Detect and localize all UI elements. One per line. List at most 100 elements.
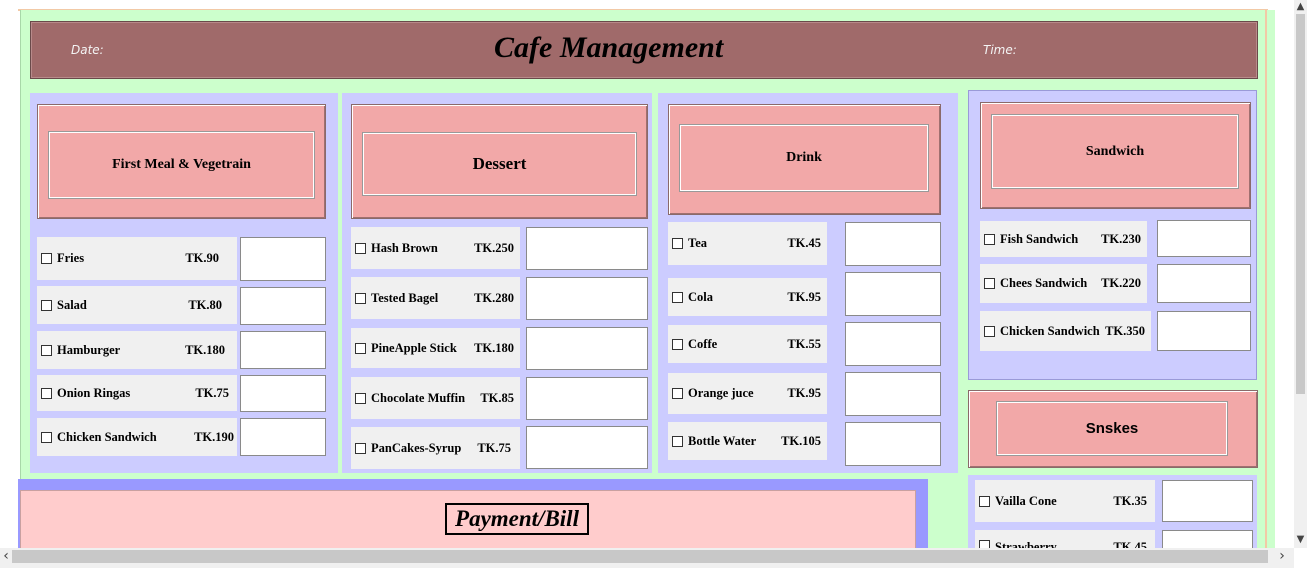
quantity-input[interactable] xyxy=(240,287,326,325)
item-price: TK.75 xyxy=(195,385,229,400)
drink-button[interactable]: Drink xyxy=(668,104,941,215)
menu-item-chicken-sandwich-2[interactable]: Chicken Sandwich TK.350 xyxy=(980,311,1151,351)
item-name: Cola xyxy=(688,289,713,304)
quantity-input[interactable] xyxy=(240,375,326,412)
menu-item-vailla-cone[interactable]: Vailla Cone TK.35 xyxy=(975,480,1155,522)
menu-item-cola[interactable]: Cola TK.95 xyxy=(668,278,827,316)
item-price: TK.190 xyxy=(194,429,234,444)
quantity-input[interactable] xyxy=(845,372,941,416)
menu-item-strawberry[interactable]: Strawberry TK.45 xyxy=(975,530,1155,548)
menu-item-onion-rings[interactable]: Onion Ringas TK.75 xyxy=(37,375,237,411)
scroll-right-icon[interactable]: › xyxy=(1274,548,1290,564)
quantity-input[interactable] xyxy=(1157,264,1251,303)
item-name: Fish Sandwich xyxy=(1000,231,1079,246)
quantity-input[interactable] xyxy=(526,327,648,370)
menu-item-pancakes-syrup[interactable]: PanCakes-Syrup TK.75 xyxy=(351,427,520,469)
checkbox[interactable] xyxy=(672,291,683,303)
menu-item-coffe[interactable]: Coffe TK.55 xyxy=(668,325,827,363)
item-name: PanCakes-Syrup xyxy=(371,440,462,455)
checkbox[interactable] xyxy=(355,442,366,454)
quantity-input[interactable] xyxy=(526,277,648,320)
quantity-input[interactable] xyxy=(526,227,648,270)
snacks-button-label[interactable]: Snskes xyxy=(996,401,1228,456)
quantity-input[interactable] xyxy=(845,322,941,366)
item-price: TK.35 xyxy=(1113,493,1147,508)
first-meal-button-label[interactable]: First Meal & Vegetrain xyxy=(48,131,315,199)
item-name: Chicken Sandwich xyxy=(1000,323,1100,338)
checkbox[interactable] xyxy=(41,253,52,264)
checkbox[interactable] xyxy=(41,299,52,311)
scroll-down-icon[interactable]: ▼ xyxy=(1294,532,1307,546)
header-bar: Date: Cafe Management Time: xyxy=(30,21,1258,79)
quantity-input[interactable] xyxy=(1157,220,1251,257)
checkbox[interactable] xyxy=(979,540,990,548)
checkbox[interactable] xyxy=(672,388,683,399)
sandwich-button[interactable]: Sandwich xyxy=(980,102,1251,209)
menu-item-tea[interactable]: Tea TK.45 xyxy=(668,222,827,265)
first-meal-button[interactable]: First Meal & Vegetrain xyxy=(37,104,326,219)
checkbox[interactable] xyxy=(41,431,52,443)
menu-item-pineapple-stick[interactable]: PineApple Stick TK.180 xyxy=(351,328,520,368)
dessert-button[interactable]: Dessert xyxy=(351,104,648,219)
checkbox[interactable] xyxy=(672,338,683,350)
item-name: Salad xyxy=(57,297,87,312)
checkbox[interactable] xyxy=(355,392,366,404)
quantity-input[interactable] xyxy=(1162,480,1253,522)
item-price: TK.350 xyxy=(1105,323,1145,338)
scroll-left-icon[interactable]: ‹ xyxy=(0,548,12,564)
menu-item-hash-brown[interactable]: Hash Brown TK.250 xyxy=(351,227,520,269)
checkbox[interactable] xyxy=(41,344,52,356)
quantity-input[interactable] xyxy=(240,331,326,369)
menu-item-chees-sandwich[interactable]: Chees Sandwich TK.220 xyxy=(980,264,1147,303)
quantity-input[interactable] xyxy=(845,422,941,466)
item-name: Chees Sandwich xyxy=(1000,276,1088,290)
menu-item-fries[interactable]: Fries TK.90 xyxy=(37,237,237,280)
snacks-button[interactable]: Snskes xyxy=(968,390,1258,468)
quantity-input[interactable] xyxy=(240,237,326,281)
item-price: TK.95 xyxy=(787,289,821,304)
menu-item-bottle-water[interactable]: Bottle Water TK.105 xyxy=(668,422,827,460)
dessert-button-label[interactable]: Dessert xyxy=(362,132,637,196)
item-name: Hash Brown xyxy=(371,240,438,255)
checkbox[interactable] xyxy=(672,435,683,447)
drink-button-label[interactable]: Drink xyxy=(679,124,929,192)
item-price: TK.95 xyxy=(787,386,821,400)
item-price: TK.230 xyxy=(1101,231,1141,246)
item-price: TK.75 xyxy=(477,440,511,455)
quantity-input[interactable] xyxy=(1162,530,1253,548)
menu-item-tested-bagel[interactable]: Tested Bagel TK.280 xyxy=(351,277,520,319)
item-price: TK.220 xyxy=(1101,276,1141,290)
item-price: TK.90 xyxy=(185,251,219,265)
item-name: Strawberry xyxy=(995,540,1057,548)
horizontal-scroll-thumb[interactable] xyxy=(12,550,1268,563)
checkbox[interactable] xyxy=(41,387,52,399)
menu-item-orange-juce[interactable]: Orange juce TK.95 xyxy=(668,373,827,414)
vertical-scroll-thumb[interactable] xyxy=(1296,14,1305,394)
checkbox[interactable] xyxy=(979,495,990,507)
item-name: Coffe xyxy=(688,336,718,351)
menu-item-chicken-sandwich[interactable]: Chicken Sandwich TK.190 xyxy=(37,418,237,456)
quantity-input[interactable] xyxy=(526,426,648,469)
checkbox[interactable] xyxy=(355,292,366,304)
menu-item-chocolate-muffin[interactable]: Chocolate Muffin TK.85 xyxy=(351,377,520,419)
quantity-input[interactable] xyxy=(845,222,941,266)
sandwich-button-label[interactable]: Sandwich xyxy=(991,114,1239,189)
checkbox[interactable] xyxy=(355,342,366,354)
item-price: TK.55 xyxy=(787,336,821,351)
checkbox[interactable] xyxy=(984,325,995,337)
menu-item-fish-sandwich[interactable]: Fish Sandwich TK.230 xyxy=(980,221,1147,257)
frame-right-border xyxy=(1265,10,1267,550)
menu-item-hamburger[interactable]: Hamburger TK.180 xyxy=(37,331,237,369)
item-price: TK.280 xyxy=(474,290,514,305)
quantity-input[interactable] xyxy=(845,272,941,316)
scroll-up-icon[interactable]: ▲ xyxy=(1294,0,1307,13)
item-name: PineApple Stick xyxy=(371,340,457,355)
checkbox[interactable] xyxy=(984,278,995,289)
checkbox[interactable] xyxy=(984,233,995,245)
quantity-input[interactable] xyxy=(526,377,648,420)
menu-item-salad[interactable]: Salad TK.80 xyxy=(37,286,237,324)
quantity-input[interactable] xyxy=(240,418,326,456)
checkbox[interactable] xyxy=(355,242,366,254)
checkbox[interactable] xyxy=(672,238,683,249)
quantity-input[interactable] xyxy=(1157,311,1251,351)
